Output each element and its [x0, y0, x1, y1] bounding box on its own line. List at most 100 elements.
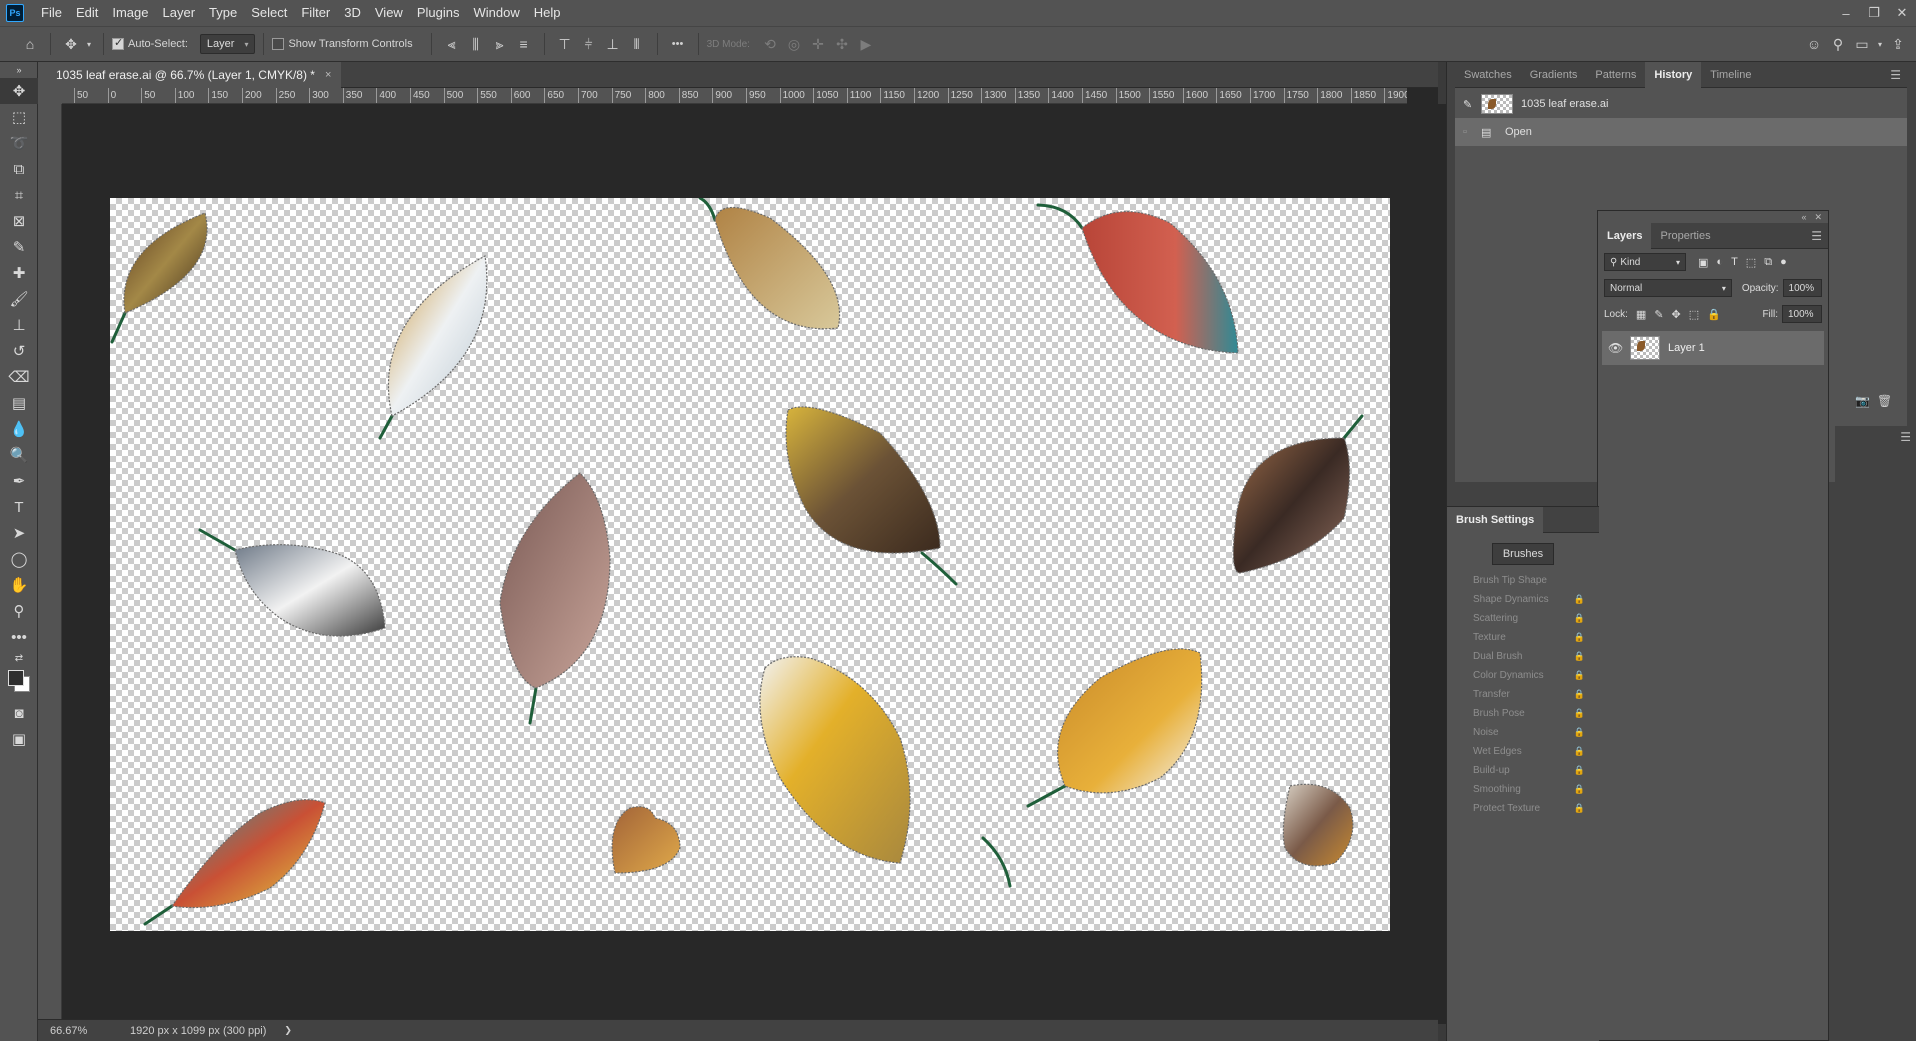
zoom-level[interactable]: 66.67%	[50, 1025, 110, 1037]
color-dynamics-item[interactable]: Color Dynamics 🔒	[1447, 666, 1599, 685]
lock-transparent-icon[interactable]: ▦	[1636, 308, 1646, 321]
protect-texture-item[interactable]: Protect Texture 🔒	[1447, 799, 1599, 818]
tab-brush-settings[interactable]: Brush Settings	[1447, 506, 1544, 533]
close-panel-icon[interactable]: ✕	[1814, 212, 1822, 223]
tab-history[interactable]: History	[1645, 61, 1702, 88]
panel-menu-icon[interactable]: ☰	[1890, 68, 1907, 82]
menu-type[interactable]: Type	[202, 0, 244, 26]
align-center-h-icon[interactable]: ⫼	[464, 32, 488, 56]
menu-filter[interactable]: Filter	[294, 0, 337, 26]
lock-icon[interactable]: 🔒	[1574, 632, 1585, 643]
history-brush-tool-icon[interactable]: ↺	[0, 338, 38, 364]
lock-icon[interactable]: 🔒	[1574, 727, 1585, 738]
history-brush-source-icon[interactable]: ✎	[1463, 98, 1481, 111]
frame-tool-icon[interactable]: ⊠	[0, 208, 38, 234]
swap-colors-icon[interactable]: ⇄	[0, 650, 38, 666]
type-filter-icon[interactable]: T	[1731, 256, 1738, 268]
menu-layer[interactable]: Layer	[156, 0, 203, 26]
align-middle-v-icon[interactable]: ⫩	[577, 32, 601, 56]
lasso-tool-icon[interactable]: ➰	[0, 130, 38, 156]
stamp-tool-icon[interactable]: ⊥	[0, 312, 38, 338]
panel-menu-icon[interactable]: ☰	[1835, 426, 1916, 448]
search-icon[interactable]: ⚲	[1826, 32, 1850, 56]
tab-timeline[interactable]: Timeline	[1701, 62, 1760, 88]
history-snapshot[interactable]: ✎ 1035 leaf erase.ai	[1455, 90, 1907, 118]
shape-dynamics-item[interactable]: Shape Dynamics 🔒	[1447, 590, 1599, 609]
history-state-checkbox[interactable]: ▫	[1463, 126, 1481, 138]
tab-properties[interactable]: Properties	[1651, 223, 1719, 249]
smart-object-filter-icon[interactable]: ⧉	[1764, 256, 1772, 269]
auto-select-checkbox[interactable]	[112, 36, 124, 50]
healing-brush-tool-icon[interactable]: ✚	[0, 260, 38, 286]
chevron-down-icon[interactable]: ▾	[83, 32, 95, 56]
menu-help[interactable]: Help	[527, 0, 568, 26]
collapse-icon[interactable]: »	[0, 62, 38, 78]
lock-icon[interactable]: 🔒	[1574, 803, 1585, 814]
minimize-button[interactable]: –	[1832, 0, 1860, 26]
build-up-item[interactable]: Build-up 🔒	[1447, 761, 1599, 780]
screen-mode-icon[interactable]: ▣	[0, 726, 38, 752]
edit-toolbar-icon[interactable]: •••	[0, 624, 38, 650]
menu-window[interactable]: Window	[466, 0, 526, 26]
lock-icon[interactable]: 🔒	[1574, 689, 1585, 700]
transfer-item[interactable]: Transfer 🔒	[1447, 685, 1599, 704]
menu-plugins[interactable]: Plugins	[410, 0, 467, 26]
workspace-icon[interactable]: ▭	[1850, 32, 1874, 56]
lock-icon[interactable]: 🔒	[1574, 746, 1585, 757]
vertical-ruler[interactable]	[38, 104, 62, 1024]
chevron-down-icon[interactable]: ▾	[1874, 32, 1886, 56]
lock-icon[interactable]: 🔒	[1574, 765, 1585, 776]
dodge-tool-icon[interactable]: 🔍	[0, 442, 38, 468]
path-selection-tool-icon[interactable]: ➤	[0, 520, 38, 546]
close-tab-icon[interactable]: ×	[325, 69, 331, 81]
share-icon[interactable]: ⇪	[1886, 32, 1910, 56]
menu-select[interactable]: Select	[244, 0, 294, 26]
texture-item[interactable]: Texture 🔒	[1447, 628, 1599, 647]
ellipse-tool-icon[interactable]: ◯	[0, 546, 38, 572]
lock-all-icon[interactable]: 🔒	[1707, 308, 1721, 321]
menu-view[interactable]: View	[368, 0, 410, 26]
canvas[interactable]	[110, 196, 1390, 931]
opacity-input[interactable]: 100%	[1782, 279, 1822, 297]
close-window-button[interactable]: ✕	[1888, 0, 1916, 26]
align-right-icon[interactable]: ⫸	[488, 32, 512, 56]
blur-tool-icon[interactable]: 💧	[0, 416, 38, 442]
zoom-tool-icon[interactable]: ⚲	[0, 598, 38, 624]
lock-icon[interactable]: 🔒	[1574, 651, 1585, 662]
pixel-filter-icon[interactable]: ▣	[1698, 256, 1708, 269]
menu-image[interactable]: Image	[105, 0, 155, 26]
horizontal-ruler[interactable]: 50 0 50 100 150 200 250 300 350 400 450 500 550 600 65…	[62, 88, 1407, 104]
color-swatches[interactable]	[0, 666, 38, 700]
move-tool-preset-icon[interactable]: ✥	[59, 32, 83, 56]
menu-edit[interactable]: Edit	[69, 0, 105, 26]
blend-mode-dropdown[interactable]: Normal ▾	[1604, 279, 1732, 297]
show-transform-checkbox[interactable]	[272, 38, 285, 50]
gradient-tool-icon[interactable]: ▤	[0, 390, 38, 416]
align-left-icon[interactable]: ⫷	[440, 32, 464, 56]
more-options-icon[interactable]: •••	[666, 32, 690, 56]
dual-brush-item[interactable]: Dual Brush 🔒	[1447, 647, 1599, 666]
lock-artboard-icon[interactable]: ⬚	[1689, 308, 1699, 321]
marquee-tool-icon[interactable]: ⬚	[0, 104, 38, 130]
align-bottom-icon[interactable]: ⊥	[601, 32, 625, 56]
adjustment-filter-icon[interactable]: ◐	[1716, 256, 1723, 268]
lock-icon[interactable]: 🔒	[1574, 670, 1585, 681]
lock-position-icon[interactable]: ✥	[1672, 308, 1681, 321]
document-tab[interactable]: 1035 leaf erase.ai @ 66.7% (Layer 1, CMY…	[38, 62, 342, 88]
shape-filter-icon[interactable]: ⬚	[1746, 256, 1756, 269]
brush-tool-icon[interactable]: 🖌	[0, 286, 38, 312]
tab-gradients[interactable]: Gradients	[1521, 62, 1587, 88]
wet-edges-item[interactable]: Wet Edges 🔒	[1447, 742, 1599, 761]
menu-file[interactable]: File	[34, 0, 69, 26]
status-menu-arrow[interactable]: ❯	[284, 1025, 292, 1036]
layer-row[interactable]: 👁 Layer 1	[1602, 331, 1824, 365]
eyedropper-tool-icon[interactable]: ✎	[0, 234, 38, 260]
tab-layers[interactable]: Layers	[1598, 222, 1652, 249]
distribute-icon[interactable]: ≡	[512, 32, 536, 56]
home-icon[interactable]: ⌂	[18, 32, 42, 56]
collapse-icon[interactable]: «	[1801, 212, 1806, 222]
lock-icon[interactable]: 🔒	[1574, 708, 1585, 719]
align-top-icon[interactable]: ⊤	[553, 32, 577, 56]
quick-mask-icon[interactable]: ◙	[0, 700, 38, 726]
pen-tool-icon[interactable]: ✒	[0, 468, 38, 494]
